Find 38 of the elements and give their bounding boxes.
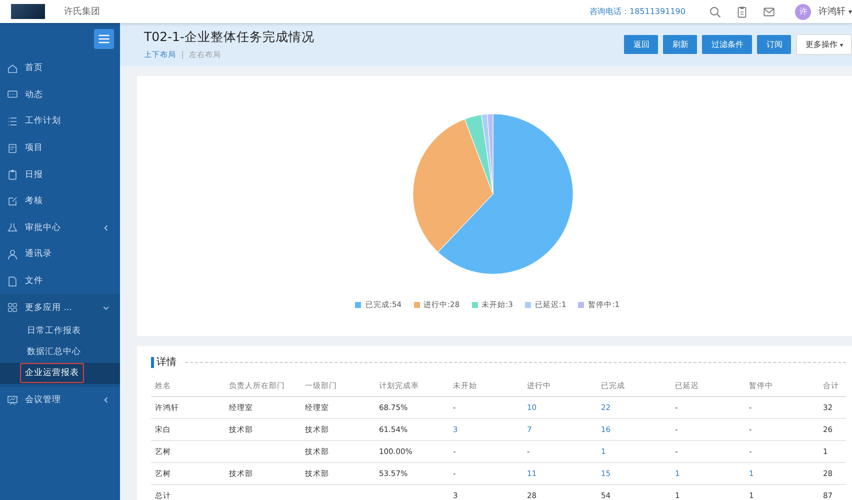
hotline-text: 咨询电话：18511391190	[589, 6, 686, 17]
page-title: T02-1-企业整体任务完成情况	[144, 29, 315, 46]
meeting-icon	[7, 394, 18, 406]
home-icon	[7, 62, 18, 74]
grid-icon	[7, 302, 18, 314]
sidebar-item[interactable]: 日报	[0, 161, 120, 188]
company-name: 许氏集团	[64, 6, 100, 18]
action-button[interactable]: 过滤条件	[702, 35, 752, 54]
list-icon	[7, 116, 18, 127]
submenu-item[interactable]: 数据汇总中心	[22, 342, 86, 362]
search-icon[interactable]	[709, 6, 722, 18]
sidebar-item[interactable]: 文件	[0, 268, 120, 294]
person-icon	[7, 248, 18, 260]
sidebar-item[interactable]: 审批中心	[0, 214, 120, 242]
user-name[interactable]: 许鸿轩	[818, 5, 846, 18]
clip-icon	[7, 169, 18, 180]
action-button[interactable]: 返回	[624, 35, 658, 54]
sidebar-item[interactable]: 通讯录	[0, 241, 120, 268]
sidebar-item[interactable]: 会议管理	[0, 386, 120, 414]
file-icon	[7, 276, 18, 287]
sidebar-item[interactable]: 动态	[0, 82, 120, 108]
edit-icon	[7, 196, 18, 207]
logo-image	[11, 4, 45, 19]
section-title: 详情	[156, 356, 176, 369]
mail-icon[interactable]	[763, 6, 776, 18]
action-button[interactable]: 订阅	[757, 35, 792, 54]
submenu-item[interactable]: 日常工作报表	[22, 321, 86, 342]
clipboard-icon[interactable]	[736, 6, 748, 18]
sidebar-item[interactable]: 考核	[0, 188, 120, 215]
sidebar-item[interactable]: 首页	[0, 55, 120, 82]
doc-icon	[7, 142, 18, 154]
flask-icon	[7, 222, 18, 234]
chat-icon	[7, 89, 18, 100]
action-button[interactable]: 刷新	[663, 35, 698, 54]
sidebar-item[interactable]: 项目	[0, 134, 120, 162]
accent-bar	[151, 356, 154, 368]
sidebar-item[interactable]: 工作计划	[0, 108, 120, 135]
submenu-item[interactable]: 企业运营报表	[20, 363, 84, 384]
